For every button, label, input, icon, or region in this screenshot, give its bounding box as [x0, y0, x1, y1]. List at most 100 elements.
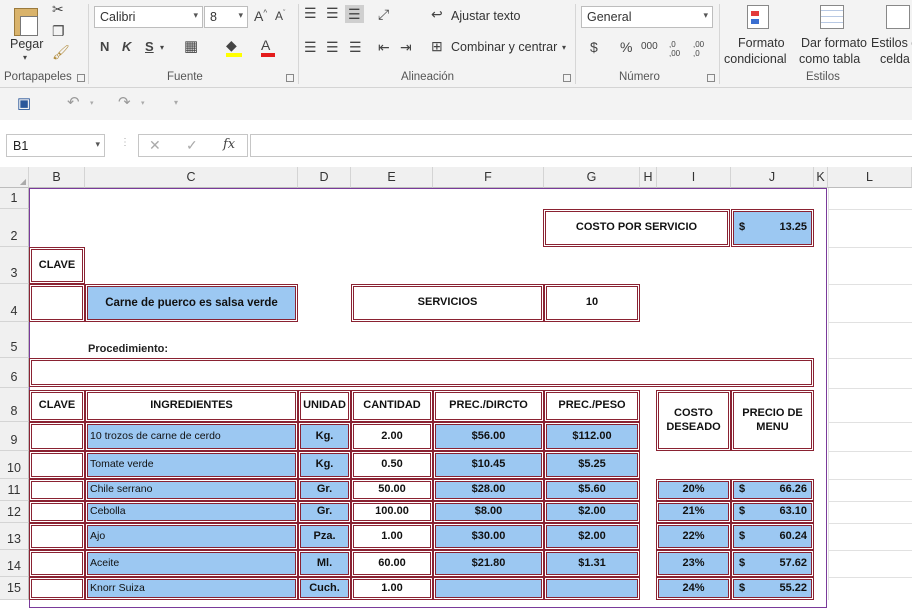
- ingredient-qty[interactable]: 1.00: [351, 577, 433, 600]
- ingredient-unit[interactable]: Cuch.: [298, 577, 351, 600]
- ingredient-weight-price[interactable]: $5.60: [544, 479, 640, 501]
- format-as-table-icon[interactable]: [818, 3, 848, 31]
- column-header-D[interactable]: D: [298, 167, 351, 188]
- font-size-select[interactable]: 8 ▾: [204, 6, 248, 28]
- ingredient-weight-price[interactable]: $112.00: [544, 422, 640, 451]
- ingredient-unit[interactable]: Kg.: [298, 422, 351, 451]
- conditional-format-icon[interactable]: [745, 3, 773, 31]
- dish-name[interactable]: Carne de puerco es salsa verde: [85, 284, 298, 322]
- ingredient-weight-price[interactable]: [544, 577, 640, 600]
- paste-button[interactable]: Pegar: [10, 37, 43, 51]
- table-row-clave[interactable]: [29, 479, 85, 501]
- decrease-decimal-button[interactable]: ,00 ,0: [693, 40, 711, 58]
- column-header-K[interactable]: K: [814, 167, 828, 188]
- procedimiento-input[interactable]: [29, 358, 814, 387]
- ingredient-direct-price[interactable]: $56.00: [433, 422, 544, 451]
- wrap-text-button[interactable]: Ajustar texto: [451, 9, 520, 23]
- costo-deseado-pct[interactable]: 21%: [656, 501, 731, 523]
- format-as-table-label-1[interactable]: Dar formato: [801, 36, 867, 50]
- conditional-format-label-2[interactable]: condicional: [724, 52, 787, 66]
- orientation-icon[interactable]: ⤢: [378, 7, 389, 21]
- column-header-G[interactable]: G: [544, 167, 640, 188]
- ingredient-qty[interactable]: 1.00: [351, 523, 433, 550]
- ingredient-name[interactable]: Aceite: [85, 550, 298, 577]
- row-header-5[interactable]: 5: [0, 322, 29, 358]
- table-row-clave[interactable]: [29, 523, 85, 550]
- column-header-E[interactable]: E: [351, 167, 433, 188]
- percent-button[interactable]: %: [620, 40, 632, 54]
- ingredient-qty[interactable]: 0.50: [351, 451, 433, 479]
- ingredient-weight-price[interactable]: $5.25: [544, 451, 640, 479]
- copy-icon[interactable]: ❐: [52, 24, 65, 38]
- borders-icon[interactable]: ▦: [184, 39, 198, 54]
- grow-font-icon[interactable]: A^: [254, 9, 267, 23]
- format-as-table-label-2[interactable]: como tabla: [799, 52, 860, 66]
- row-header-8[interactable]: 8: [0, 388, 29, 422]
- format-painter-icon[interactable]: 🖌: [52, 45, 70, 59]
- fill-color-icon[interactable]: ◆: [226, 38, 242, 57]
- ingredient-weight-price[interactable]: $2.00: [544, 501, 640, 523]
- clave-label[interactable]: CLAVE: [29, 247, 85, 284]
- costo-deseado-pct[interactable]: 23%: [656, 550, 731, 577]
- ingredient-unit[interactable]: Ml.: [298, 550, 351, 577]
- align-center-icon[interactable]: ☰: [326, 40, 339, 54]
- ingredient-qty[interactable]: 60.00: [351, 550, 433, 577]
- row-header-10[interactable]: 10: [0, 451, 29, 479]
- row-header-14[interactable]: 14: [0, 550, 29, 577]
- table-header-cantidad[interactable]: CANTIDAD: [351, 390, 433, 422]
- column-header-L[interactable]: L: [828, 167, 912, 188]
- column-header-C[interactable]: C: [85, 167, 298, 188]
- ingredient-direct-price[interactable]: $8.00: [433, 501, 544, 523]
- header-costo-deseado[interactable]: COSTO DESEADO: [656, 390, 731, 451]
- table-header-ingredientes[interactable]: INGREDIENTES: [85, 390, 298, 422]
- currency-button[interactable]: $: [590, 40, 598, 54]
- row-header-4[interactable]: 4: [0, 284, 29, 322]
- wrap-text-icon[interactable]: ↩: [431, 7, 443, 21]
- enter-icon[interactable]: ✓: [186, 138, 198, 152]
- column-header-F[interactable]: F: [433, 167, 544, 188]
- cut-icon[interactable]: ✂: [52, 2, 64, 16]
- ingredient-name[interactable]: 10 trozos de carne de cerdo: [85, 422, 298, 451]
- ingredient-unit[interactable]: Kg.: [298, 451, 351, 479]
- ingredient-direct-price[interactable]: [433, 577, 544, 600]
- ingredient-weight-price[interactable]: $2.00: [544, 523, 640, 550]
- ingredient-name[interactable]: Knorr Suiza: [85, 577, 298, 600]
- costo-deseado-pct[interactable]: 20%: [656, 479, 731, 501]
- font-family-select[interactable]: Calibri ▾: [94, 6, 203, 28]
- italic-button[interactable]: K: [122, 40, 131, 53]
- ingredient-qty[interactable]: 100.00: [351, 501, 433, 523]
- dialog-launcher-icon[interactable]: [563, 74, 571, 82]
- column-header-J[interactable]: J: [731, 167, 814, 188]
- precio-menu-value[interactable]: $57.62: [731, 550, 814, 577]
- row-header-2[interactable]: 2: [0, 209, 29, 247]
- formula-input[interactable]: [250, 134, 912, 157]
- ingredient-qty[interactable]: 2.00: [351, 422, 433, 451]
- customize-qat-icon[interactable]: ▾: [174, 99, 178, 107]
- ingredient-name[interactable]: Cebolla: [85, 501, 298, 523]
- row-header-1[interactable]: 1: [0, 188, 29, 209]
- ingredient-direct-price[interactable]: $10.45: [433, 451, 544, 479]
- ingredient-direct-price[interactable]: $21.80: [433, 550, 544, 577]
- align-top-icon[interactable]: ☰: [304, 6, 317, 20]
- ingredient-unit[interactable]: Pza.: [298, 523, 351, 550]
- chevron-down-icon[interactable]: ▾: [90, 100, 94, 107]
- ingredient-weight-price[interactable]: $1.31: [544, 550, 640, 577]
- ingredient-qty[interactable]: 50.00: [351, 479, 433, 501]
- align-right-icon[interactable]: ☰: [349, 40, 362, 54]
- ingredient-unit[interactable]: Gr.: [298, 501, 351, 523]
- name-box[interactable]: B1 ▾: [6, 134, 105, 157]
- ingredient-name[interactable]: Chile serrano: [85, 479, 298, 501]
- decrease-indent-icon[interactable]: ⇤: [378, 40, 390, 54]
- cell-styles-label-1[interactable]: Estilos de: [871, 36, 912, 50]
- align-middle-icon[interactable]: ☰: [326, 6, 339, 20]
- row-header-12[interactable]: 12: [0, 501, 29, 523]
- table-row-clave[interactable]: [29, 501, 85, 523]
- row-header-11[interactable]: 11: [0, 479, 29, 501]
- thousands-button[interactable]: 000: [641, 42, 658, 52]
- chevron-down-icon[interactable]: ▾: [160, 44, 164, 52]
- chevron-down-icon[interactable]: ▾: [562, 44, 566, 52]
- ingredient-direct-price[interactable]: $28.00: [433, 479, 544, 501]
- merge-center-icon[interactable]: ⊞: [431, 39, 443, 53]
- table-header-prec-peso[interactable]: PREC./PESO: [544, 390, 640, 422]
- costo-servicio-value[interactable]: $13.25: [731, 209, 814, 247]
